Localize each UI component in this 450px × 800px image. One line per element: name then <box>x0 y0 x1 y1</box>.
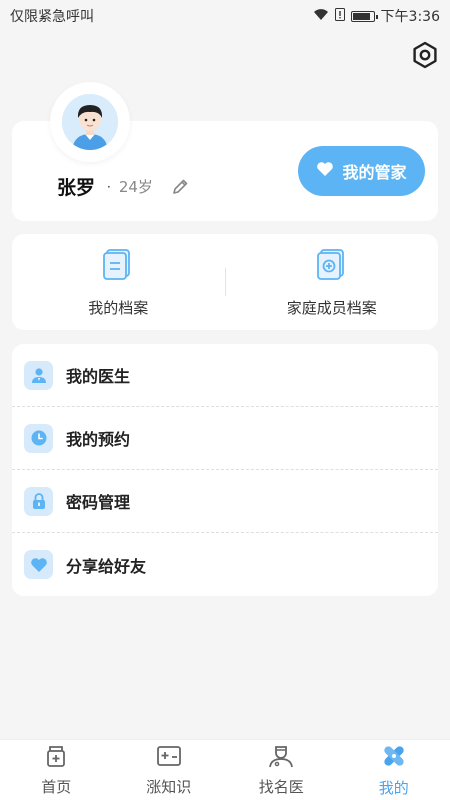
heart-icon <box>316 161 334 181</box>
tab-find-doctor[interactable]: 找名医 <box>225 740 338 800</box>
settings-button[interactable] <box>410 41 440 73</box>
menu-card: 我的医生 我的预约 密码管理 分享给好友 <box>12 344 438 596</box>
menu-item-my-doctor[interactable]: 我的医生 <box>12 344 438 407</box>
clock-icon <box>24 423 53 453</box>
my-butler-label: 我的管家 <box>342 163 407 182</box>
home-icon <box>44 744 68 772</box>
separator-dot: · <box>107 179 111 194</box>
menu-label: 分享给好友 <box>66 556 147 576</box>
menu-label: 密码管理 <box>66 493 131 512</box>
my-records-label: 我的档案 <box>88 298 149 317</box>
my-butler-button[interactable]: 我的管家 <box>298 146 425 196</box>
edit-icon[interactable] <box>171 178 189 196</box>
tab-label: 找名医 <box>258 777 304 796</box>
user-name: 张罗 <box>57 177 96 199</box>
find-doctor-icon <box>268 744 294 772</box>
status-bar: 仅限紧急呼叫 下午3:36 <box>0 0 450 32</box>
lock-icon <box>24 486 53 516</box>
tab-label: 首页 <box>41 777 72 796</box>
status-icons: 下午3:36 <box>313 6 440 26</box>
tab-knowledge[interactable]: 涨知识 <box>113 740 226 800</box>
tab-home[interactable]: 首页 <box>0 740 113 800</box>
family-record-icon <box>315 247 349 285</box>
knowledge-icon <box>156 744 182 772</box>
carrier-text: 仅限紧急呼叫 <box>10 9 94 25</box>
menu-label: 我的医生 <box>66 367 131 386</box>
mine-icon <box>381 743 407 773</box>
heart-icon <box>24 550 53 579</box>
user-info: 张罗 · 24岁 <box>57 173 189 200</box>
avatar[interactable] <box>50 82 130 162</box>
user-age: 24岁 <box>118 178 153 196</box>
tab-label: 涨知识 <box>146 777 192 796</box>
menu-label: 我的预约 <box>66 430 131 449</box>
document-icon <box>101 247 135 285</box>
tab-label: 我的 <box>378 778 409 797</box>
family-records-button[interactable]: 家庭成员档案 <box>226 247 439 318</box>
sim-alert-icon <box>334 7 345 25</box>
battery-icon <box>350 10 378 22</box>
clock-time: 下午3:36 <box>380 9 440 25</box>
family-records-label: 家庭成员档案 <box>286 298 377 317</box>
tab-mine[interactable]: 我的 <box>338 740 450 800</box>
records-card: 我的档案 家庭成员档案 <box>12 234 438 330</box>
menu-item-share[interactable]: 分享给好友 <box>12 533 438 596</box>
tab-bar: 首页 涨知识 找名医 我的 <box>0 739 450 800</box>
avatar-image <box>62 94 118 150</box>
my-records-button[interactable]: 我的档案 <box>12 247 225 318</box>
wifi-icon <box>313 8 329 25</box>
doctor-icon <box>24 360 53 390</box>
menu-item-password-management[interactable]: 密码管理 <box>12 470 438 533</box>
gear-icon <box>411 41 439 73</box>
menu-item-my-appointment[interactable]: 我的预约 <box>12 407 438 470</box>
